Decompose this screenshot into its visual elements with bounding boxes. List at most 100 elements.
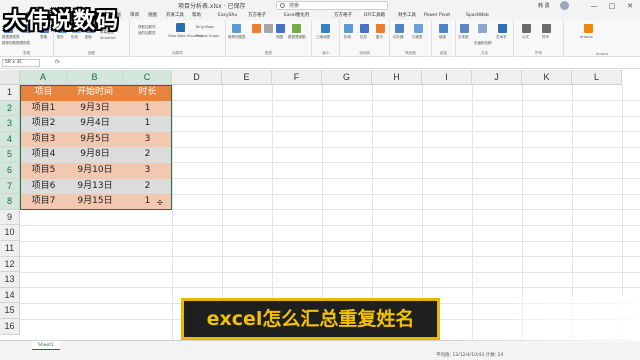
table-cell[interactable]: 3 [123,131,172,148]
row-header-10[interactable]: 10 [0,225,20,241]
link-button[interactable]: 链接 [439,35,446,40]
name-box[interactable]: 5R x 3C [2,59,40,67]
table-cell[interactable]: 9月15日 [67,194,123,210]
map-chart-button[interactable]: 地图 [276,35,283,40]
drawio-button[interactable]: draw.io [580,35,593,39]
link-icon[interactable] [439,24,448,33]
smartart-button[interactable]: SmartArt [100,36,116,40]
pivot-table-button[interactable]: 数据透视表 [2,35,20,40]
col-header-k[interactable]: K [522,70,572,85]
col-header-a[interactable]: A [20,70,67,85]
row-header-1[interactable]: 1 [0,85,20,101]
tab-fangfang-1[interactable]: 方方格子 [248,12,266,20]
sparkline-line-button[interactable]: 折线 [344,35,351,40]
slicer-icon[interactable] [395,24,404,33]
minimize-button[interactable]: — [586,0,602,12]
visio-icon[interactable] [176,23,185,32]
row-header-15[interactable]: 15 [0,303,20,319]
select-all-corner[interactable] [0,70,20,85]
shapes-button[interactable]: 形状 [71,35,78,40]
search-box[interactable]: 搜索 [276,1,388,10]
symbol-button[interactable]: 符号 [542,35,549,40]
row-header-8[interactable]: 8 [0,194,20,210]
avatar[interactable] [560,1,569,10]
row-header-9[interactable]: 9 [0,209,20,226]
tab-view[interactable]: 视图 [148,12,157,20]
row-header-4[interactable]: 4 [0,131,20,148]
wordart-button[interactable]: 艺术字 [496,35,507,40]
picture-button[interactable]: 图片 [57,35,64,40]
slicer-button[interactable]: 切片器 [393,35,404,40]
header-cell-start[interactable]: 开始时间 [67,85,123,101]
table-cell[interactable]: 项目3 [20,131,67,148]
table-cell[interactable]: 1 [123,100,172,117]
sparkline-line-icon[interactable] [344,24,353,33]
pivot-chart-button[interactable]: 数据透视图 [288,35,306,40]
table-cell[interactable]: 项目5 [20,163,67,179]
equation-icon[interactable] [522,24,531,33]
fill-handle-cursor-icon[interactable]: ✣ [157,200,163,207]
chart-line-icon[interactable] [264,24,273,33]
table-cell[interactable]: 9月13日 [67,178,123,195]
row-header-7[interactable]: 7 [0,178,20,195]
drawio-icon[interactable] [584,24,593,33]
col-header-l[interactable]: L [572,70,622,85]
pivot-chart-icon[interactable] [292,24,301,33]
col-header-f[interactable]: F [272,70,322,85]
tab-power-pivot[interactable]: Power Pivot [424,12,450,20]
table-cell[interactable]: 2 [123,178,172,195]
col-header-d[interactable]: D [172,70,222,85]
tab-easyshu[interactable]: EasyShu [218,12,237,20]
row-header-13[interactable]: 13 [0,272,20,288]
my-addins-button[interactable]: 我的加载项 [138,31,156,36]
row-header-11[interactable]: 11 [0,241,20,257]
row-header-6[interactable]: 6 [0,163,20,179]
table-cell[interactable]: 3 [123,163,172,179]
sparkline-winloss-icon[interactable] [376,24,385,33]
sparkline-column-icon[interactable] [360,24,369,33]
header-footer-button[interactable]: 页眉和页脚 [474,41,492,46]
table-button[interactable]: 表格 [40,35,47,40]
table-cell[interactable]: 项目6 [20,178,67,195]
table-cell[interactable]: 9月8日 [67,147,123,163]
maximize-button[interactable]: □ [604,0,620,12]
user-name[interactable]: 韩 勇 [538,2,550,9]
table-cell[interactable]: 项目7 [20,194,67,210]
sparkline-column-button[interactable]: 柱形 [360,35,367,40]
tab-diy-toolbox[interactable]: DIY工具箱 [364,12,385,20]
header-footer-icon[interactable] [478,24,487,33]
map-chart-icon[interactable] [276,24,285,33]
3d-map-icon[interactable] [321,24,330,33]
icons-button[interactable]: 图标 [85,35,92,40]
get-addins-button[interactable]: 获取加载项 [138,25,156,30]
table-cell[interactable]: 1 [123,116,172,132]
tab-excel-catalyst[interactable]: Excel催化剂 [284,12,309,20]
tab-finance[interactable]: 财务工具 [398,12,416,20]
symbol-icon[interactable] [542,24,551,33]
table-cell[interactable]: 9月5日 [67,131,123,148]
row-header-14[interactable]: 14 [0,287,20,304]
tab-developer[interactable]: 开发工具 [166,12,184,20]
people-graph-button[interactable]: People Graph [196,34,219,38]
recommended-pivot-button[interactable]: 推荐的数据透视表 [2,41,30,46]
header-cell-duration[interactable]: 时长 [123,85,172,101]
col-header-i[interactable]: I [422,70,472,85]
tab-fangfang-2[interactable]: 方方格子 [334,12,352,20]
textbox-icon[interactable] [460,24,469,33]
recommended-charts-button[interactable]: 推荐的图表 [228,35,246,40]
col-header-j[interactable]: J [472,70,522,85]
wordart-icon[interactable] [498,24,507,33]
col-header-b[interactable]: B [67,70,123,85]
table-cell[interactable]: 1 [123,194,172,210]
table-cell[interactable]: 项目4 [20,147,67,163]
col-header-g[interactable]: G [322,70,372,85]
header-cell-project[interactable]: 项目 [20,85,67,101]
timeline-icon[interactable] [414,24,423,33]
tab-review[interactable]: 审阅 [130,12,139,20]
tab-help[interactable]: 帮助 [192,12,201,20]
sparkline-winloss-button[interactable]: 盈亏 [376,35,383,40]
table-cell[interactable]: 9月10日 [67,163,123,179]
3d-map-button[interactable]: 三维地图 [316,35,330,40]
recommended-charts-icon[interactable] [232,24,241,33]
chart-column-icon[interactable] [252,24,261,33]
